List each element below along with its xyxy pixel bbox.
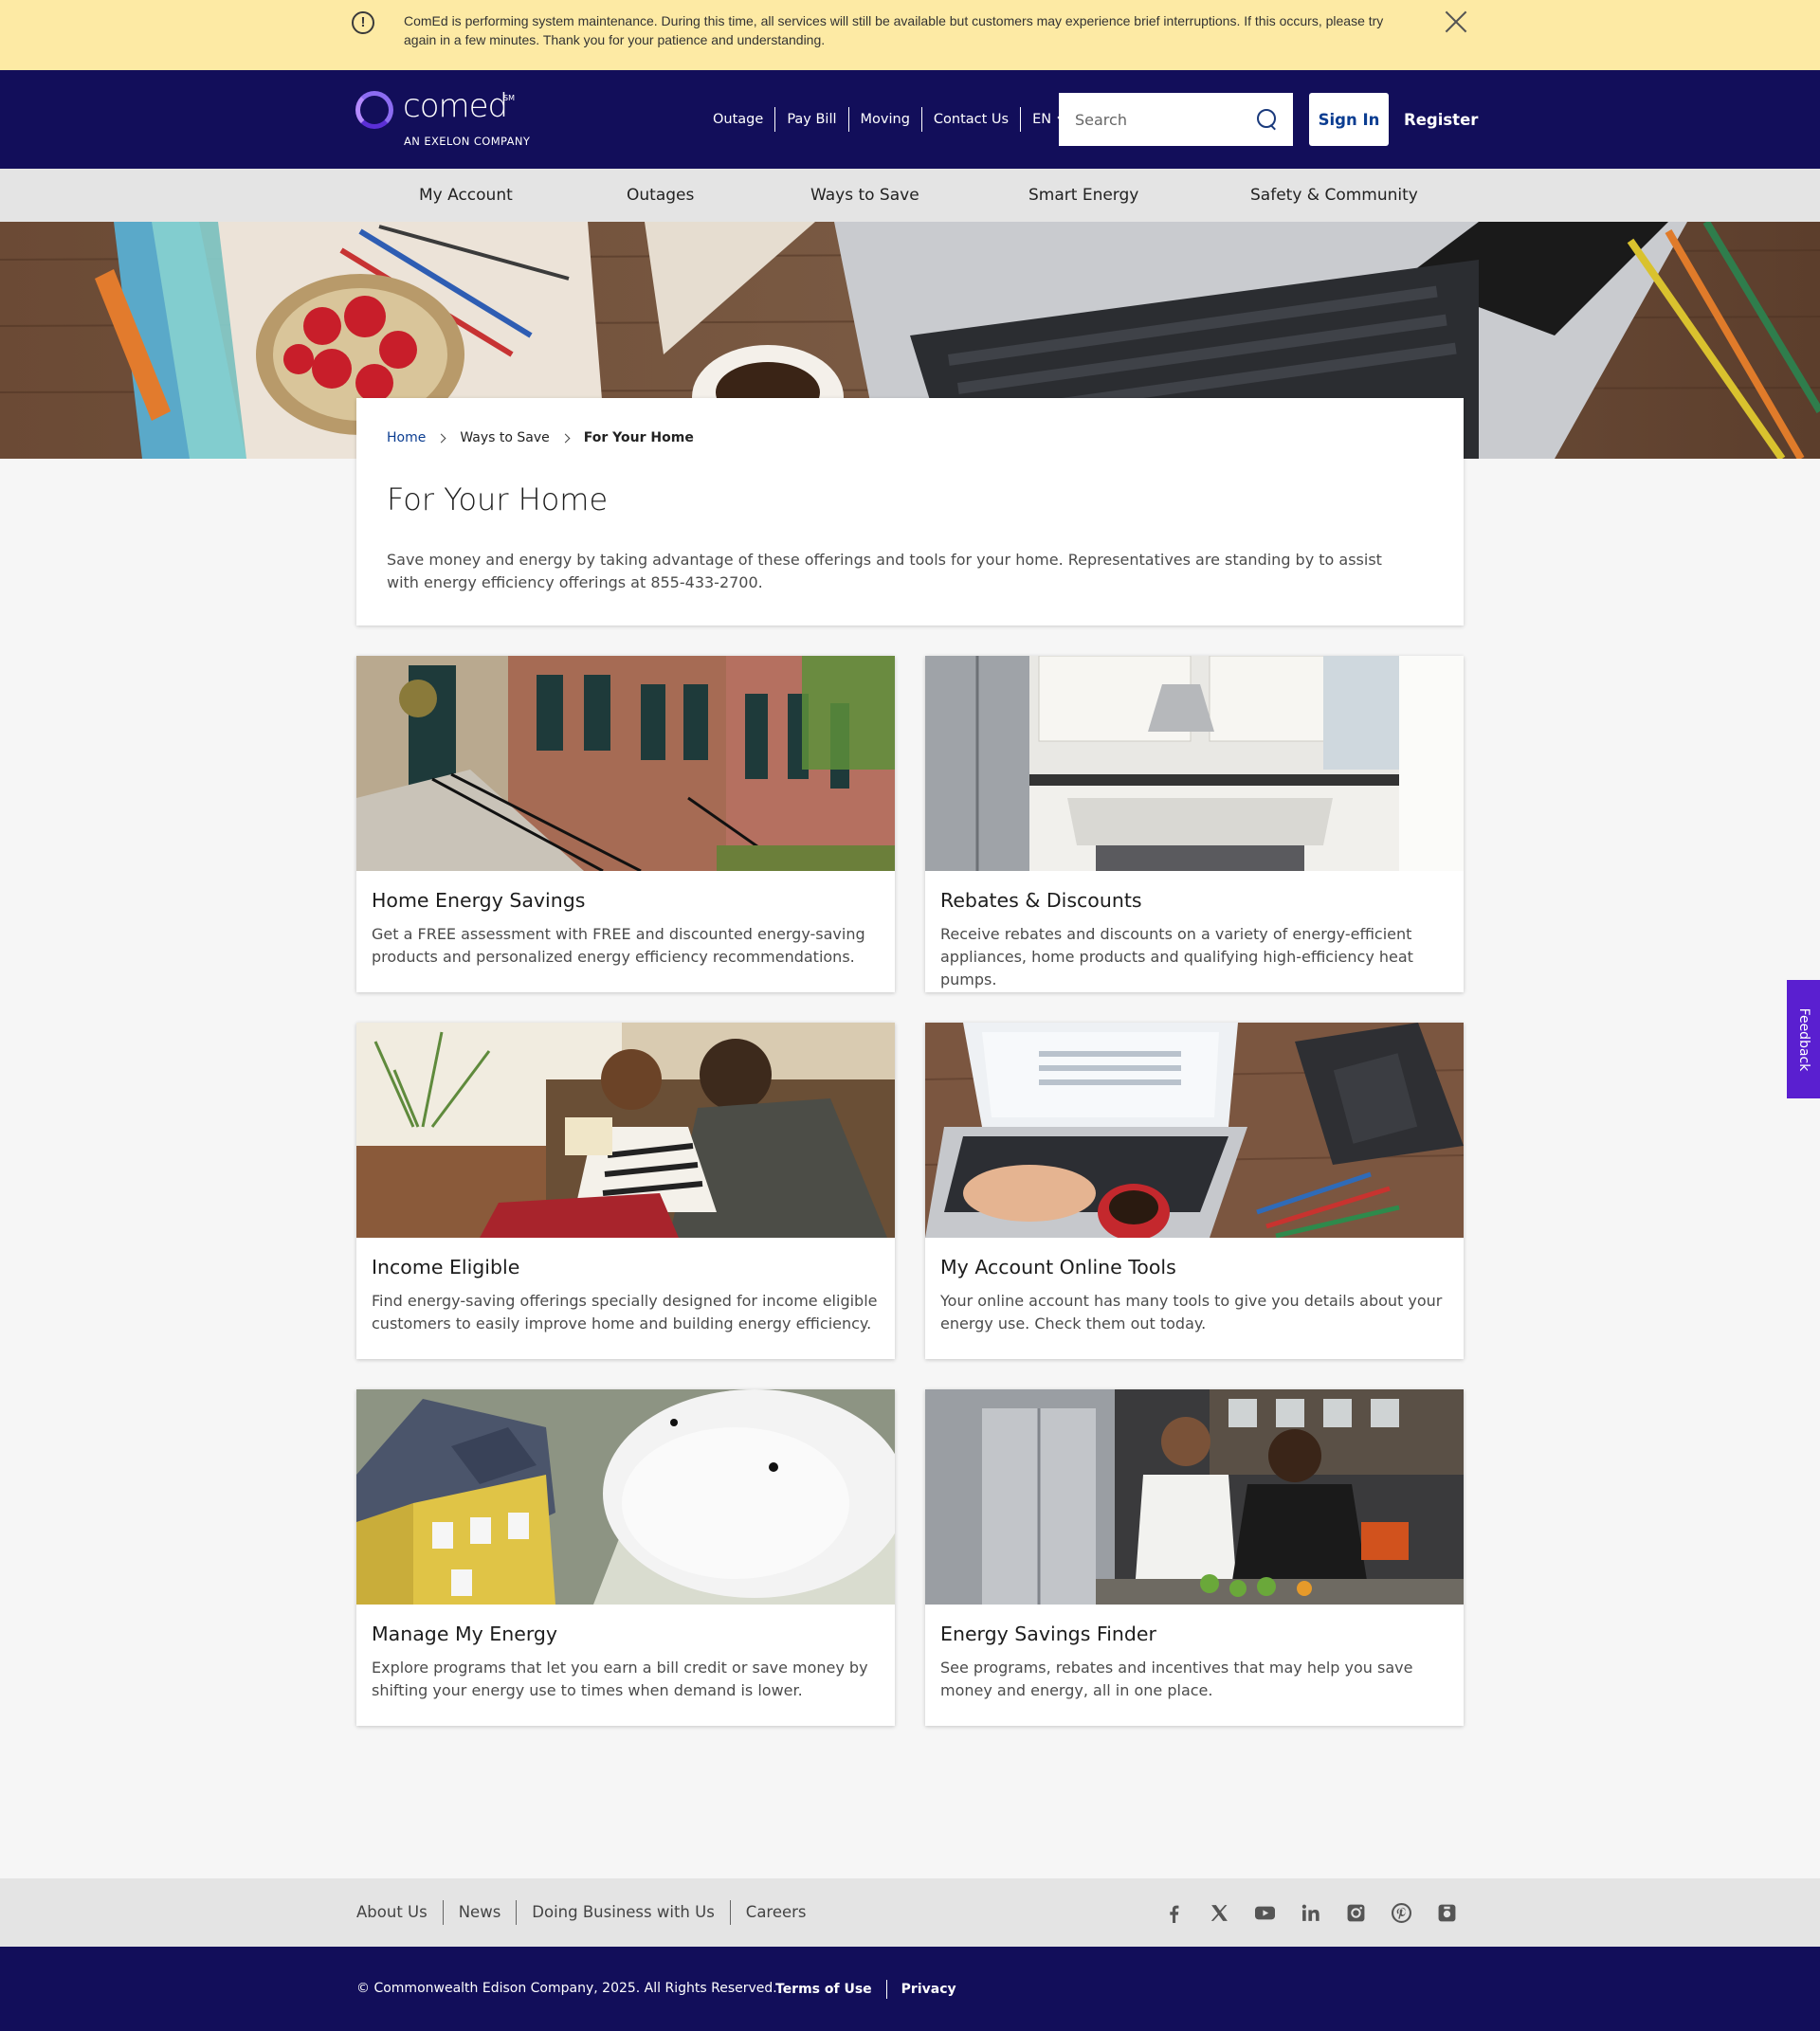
search-icon[interactable] <box>1257 109 1276 128</box>
breadcrumb: Home Ways to Save For Your Home <box>387 430 694 445</box>
card-image-kitchen <box>925 656 1464 871</box>
terms-of-use-link[interactable]: Terms of Use <box>775 1980 886 1999</box>
breadcrumb-home[interactable]: Home <box>387 430 426 445</box>
youtube-icon[interactable] <box>1255 1903 1275 1923</box>
linkedin-icon[interactable] <box>1301 1903 1320 1923</box>
footer-link-about-us[interactable]: About Us <box>356 1900 443 1925</box>
card-energy-savings-finder[interactable]: Energy Savings Finder See programs, reba… <box>925 1389 1464 1726</box>
card-manage-my-energy[interactable]: Manage My Energy Explore programs that l… <box>356 1389 895 1726</box>
nav-item-smart-energy[interactable]: Smart Energy <box>1028 169 1138 222</box>
alert-close-icon[interactable] <box>1445 10 1467 33</box>
breadcrumb-ways-to-save[interactable]: Ways to Save <box>460 430 549 445</box>
language-label: EN <box>1032 112 1052 127</box>
card-image-house-piggybank <box>356 1389 895 1605</box>
footer-link-doing-business[interactable]: Doing Business with Us <box>516 1900 730 1925</box>
card-description: Your online account has many tools to gi… <box>940 1292 1443 1333</box>
nav-item-ways-to-save[interactable]: Ways to Save <box>810 169 919 222</box>
logo-wordmark: comed <box>403 87 508 125</box>
card-title: Rebates & Discounts <box>940 889 1142 912</box>
chevron-right-icon <box>436 433 446 443</box>
privacy-link[interactable]: Privacy <box>885 1979 971 1999</box>
intro-card: Home Ways to Save For Your Home For Your… <box>356 398 1464 626</box>
utility-link-moving[interactable]: Moving <box>847 107 921 132</box>
instagram-icon[interactable] <box>1346 1903 1366 1923</box>
logo-mark-icon <box>355 91 393 129</box>
x-icon[interactable] <box>1210 1903 1229 1923</box>
card-rebates-discounts[interactable]: Rebates & Discounts Receive rebates and … <box>925 656 1464 992</box>
card-title: Home Energy Savings <box>372 889 586 912</box>
feedback-tab[interactable]: Feedback <box>1787 980 1820 1098</box>
pinterest-icon[interactable] <box>1392 1902 1411 1923</box>
card-home-energy-savings[interactable]: Home Energy Savings Get a FREE assessmen… <box>356 656 895 992</box>
utility-link-contact-us[interactable]: Contact Us <box>920 107 1020 132</box>
card-description: Explore programs that let you earn a bil… <box>372 1659 868 1699</box>
card-title: Manage My Energy <box>372 1623 558 1645</box>
logo-trademark: SM <box>503 94 515 102</box>
card-title: Income Eligible <box>372 1256 520 1278</box>
register-link[interactable]: Register <box>1404 93 1478 146</box>
feedback-label: Feedback <box>1795 1007 1811 1071</box>
footer-link-news[interactable]: News <box>442 1900 517 1925</box>
main-nav: My Account Outages Ways to Save Smart En… <box>0 169 1820 222</box>
alert-message: ComEd is performing system maintenance. … <box>404 13 1384 47</box>
footer-nav: About Us News Doing Business with Us Car… <box>356 1878 822 1947</box>
utility-nav: Outage Pay Bill Moving Contact Us EN <box>701 106 1078 133</box>
logo-tagline: AN EXELON COMPANY <box>404 135 531 148</box>
card-image-family-reading <box>356 1023 895 1238</box>
social-links <box>1164 1878 1457 1947</box>
search-box <box>1059 93 1293 146</box>
facebook-icon[interactable] <box>1164 1903 1184 1923</box>
card-description: Get a FREE assessment with FREE and disc… <box>372 925 865 966</box>
breadcrumb-current: For Your Home <box>583 430 694 445</box>
intro-text: Save money and energy by taking advantag… <box>387 551 1382 591</box>
maintenance-alert: ! ComEd is performing system maintenance… <box>0 0 1820 70</box>
copyright-text: © Commonwealth Edison Company, 2025. All… <box>356 1981 777 1996</box>
flickr-icon[interactable] <box>1437 1903 1457 1923</box>
legal-links: Terms of Use Privacy <box>775 1947 971 2031</box>
card-image-couple-cooking <box>925 1389 1464 1605</box>
sign-in-button[interactable]: Sign In <box>1309 93 1389 146</box>
utility-link-pay-bill[interactable]: Pay Bill <box>774 107 847 132</box>
card-income-eligible[interactable]: Income Eligible Find energy-saving offer… <box>356 1023 895 1359</box>
card-image-rowhouses <box>356 656 895 871</box>
nav-item-safety-community[interactable]: Safety & Community <box>1250 169 1418 222</box>
footer-link-careers[interactable]: Careers <box>729 1900 822 1925</box>
alert-info-icon: ! <box>352 11 374 34</box>
nav-item-my-account[interactable]: My Account <box>419 169 513 222</box>
footer-links-bar: About Us News Doing Business with Us Car… <box>0 1878 1820 1947</box>
card-description: Receive rebates and discounts on a varie… <box>940 925 1413 988</box>
card-description: Find energy-saving offerings specially d… <box>372 1292 878 1333</box>
card-my-account-online-tools[interactable]: My Account Online Tools Your online acco… <box>925 1023 1464 1359</box>
card-image-laptop-desk <box>925 1023 1464 1238</box>
utility-link-outage[interactable]: Outage <box>701 107 774 132</box>
nav-item-outages[interactable]: Outages <box>627 169 694 222</box>
comed-logo[interactable]: comed SM AN EXELON COMPANY <box>355 87 545 157</box>
card-title: Energy Savings Finder <box>940 1623 1156 1645</box>
search-input[interactable] <box>1059 93 1248 146</box>
footer-legal-bar: © Commonwealth Edison Company, 2025. All… <box>0 1947 1820 2031</box>
page-title: For Your Home <box>387 481 609 517</box>
card-title: My Account Online Tools <box>940 1256 1176 1278</box>
chevron-right-icon <box>560 433 571 443</box>
card-description: See programs, rebates and incentives tha… <box>940 1659 1413 1699</box>
